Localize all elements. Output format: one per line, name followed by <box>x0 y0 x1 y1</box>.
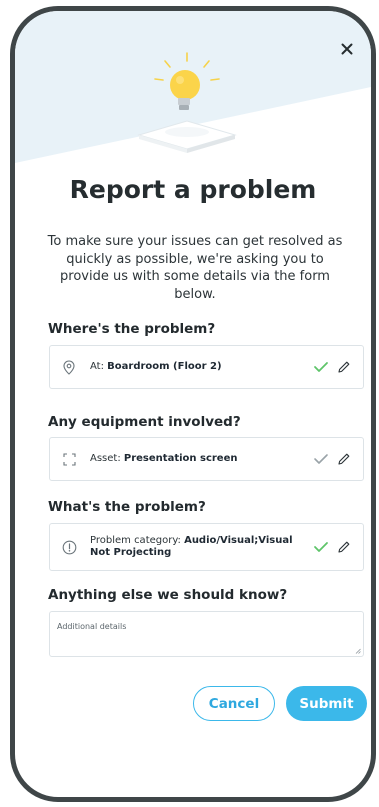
close-icon <box>341 43 353 55</box>
edit-pencil-icon[interactable] <box>337 540 351 554</box>
equipment-prefix: Asset: <box>90 453 124 464</box>
additional-details-placeholder: Additional details <box>57 622 127 631</box>
equipment-label: Any equipment involved? <box>48 414 241 430</box>
equipment-value: Asset: Presentation screen <box>90 453 313 465</box>
location-name: Boardroom (Floor 2) <box>107 361 222 372</box>
equipment-name: Presentation screen <box>123 453 238 464</box>
details-label: Anything else we should know? <box>48 587 288 603</box>
location-value: At: Boardroom (Floor 2) <box>90 361 313 373</box>
location-prefix: At: <box>90 361 108 372</box>
problem-label: What's the problem? <box>48 499 206 515</box>
problem-prefix: Problem category: <box>90 535 185 546</box>
page-title: Report a problem <box>69 175 317 204</box>
location-pin-icon <box>60 358 78 376</box>
close-button[interactable] <box>337 39 357 59</box>
location-field[interactable]: At: Boardroom (Floor 2) <box>49 345 364 389</box>
phone-frame: Report a problem To make sure your issue… <box>10 6 376 802</box>
edit-pencil-icon[interactable] <box>337 452 351 466</box>
check-icon <box>314 542 328 552</box>
edit-pencil-icon[interactable] <box>337 360 351 374</box>
lightbulb-illustration <box>137 52 237 153</box>
alert-icon <box>60 538 78 556</box>
resize-handle-icon[interactable] <box>355 648 361 654</box>
check-icon <box>314 454 328 464</box>
equipment-field[interactable]: Asset: Presentation screen <box>49 437 364 481</box>
location-label: Where's the problem? <box>48 321 216 337</box>
additional-details-textarea[interactable]: Additional details <box>49 611 364 657</box>
asset-frame-icon <box>60 450 78 468</box>
page-description: To make sure your issues can get resolve… <box>47 234 343 302</box>
problem-field[interactable]: Problem category: Audio/Visual;Visual No… <box>49 523 364 571</box>
problem-value: Problem category: Audio/Visual;Visual No… <box>90 535 313 559</box>
cancel-button[interactable]: Cancel <box>193 686 275 721</box>
check-icon <box>314 362 328 372</box>
submit-button[interactable]: Submit <box>286 686 367 721</box>
